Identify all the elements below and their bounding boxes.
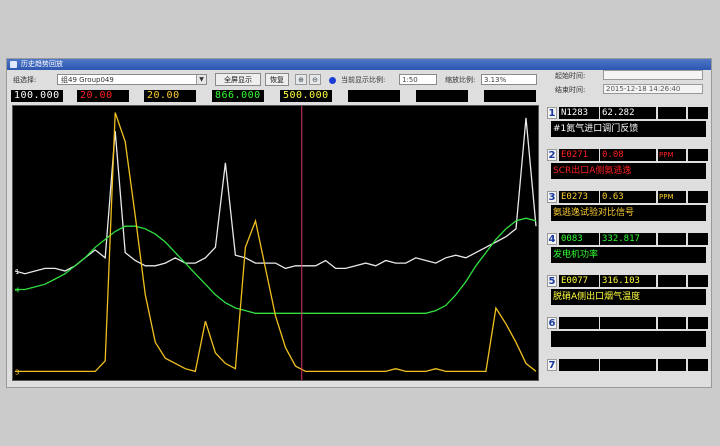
slot-value: 0.63	[600, 191, 656, 203]
series-line-3	[15, 112, 537, 373]
zoom-ratio-input[interactable]: 3.13%	[481, 74, 537, 85]
slot-number: 5	[547, 275, 557, 287]
slot-unit	[658, 317, 686, 329]
slot-number: 4	[547, 233, 557, 245]
slot-unit: PPM	[658, 191, 686, 203]
trend-window: 历史趋势回放 组选择: 组49 Group049 ▼ 全屏显示 恢复 ⊕ ⊖ 当…	[6, 58, 712, 388]
slot-extra	[688, 107, 708, 119]
trend-chart[interactable]: 1 4 3	[12, 105, 539, 381]
slot-unit	[658, 107, 686, 119]
slot-extra	[688, 191, 708, 203]
series-label-1: 1	[15, 268, 19, 276]
readout-6	[348, 90, 400, 102]
slot-code: N1283	[559, 107, 599, 119]
start-time-field[interactable]	[603, 70, 703, 80]
window-title: 历史趋势回放	[21, 60, 63, 68]
series-label-3: 3	[15, 368, 19, 376]
slot-value: 332.817	[600, 233, 656, 245]
point-panel: 1 N1283 62.282 #1氮气进口调门反馈 2 E0271 0.08 P…	[545, 105, 711, 385]
scale-readouts: 100.000 20.00 20.00 866.000 500.000	[7, 90, 543, 104]
slot-extra	[688, 149, 708, 161]
slot-number: 1	[547, 107, 557, 119]
slot-number: 6	[547, 317, 557, 329]
series-line-4	[15, 217, 537, 314]
slot-value	[600, 359, 656, 371]
slot-number: 7	[547, 359, 557, 371]
readout-2: 20.00	[77, 90, 129, 102]
group-select[interactable]: 组49 Group049 ▼	[57, 74, 207, 85]
slot-value: 62.282	[600, 107, 656, 119]
slot-number: 2	[547, 149, 557, 161]
slot-unit: PPM	[658, 149, 686, 161]
slot-extra	[688, 317, 708, 329]
group-label: 组选择:	[13, 76, 37, 84]
slot-name: 脱硝A侧出口烟气温度	[551, 289, 706, 305]
app-icon	[10, 61, 17, 68]
slot-value: 0.08	[600, 149, 656, 161]
slot-name: SCR出口A侧氨逃逸	[551, 163, 706, 179]
slot-code: E0077	[559, 275, 599, 287]
trend-chart-svg: 1 4 3	[14, 106, 537, 380]
slot-code: E0273	[559, 191, 599, 203]
slot-value	[600, 317, 656, 329]
zoom-in-icon[interactable]: ⊕	[295, 74, 307, 85]
start-time-label: 起始时间:	[555, 72, 586, 80]
slot-name: 发电机功率	[551, 247, 706, 263]
zoom-out-icon[interactable]: ⊖	[309, 74, 321, 85]
fullscreen-button[interactable]: 全屏显示	[215, 73, 261, 86]
readout-4: 866.000	[212, 90, 264, 102]
slot-code: 0083	[559, 233, 599, 245]
chevron-down-icon[interactable]: ▼	[196, 75, 206, 84]
slot-value: 316.103	[600, 275, 656, 287]
slot-code	[559, 317, 599, 329]
slot-extra	[688, 275, 708, 287]
restore-button[interactable]: 恢复	[265, 73, 289, 86]
time-info: 起始时间: 结束时间: 2015-12-18 14:26:40	[543, 69, 713, 97]
slot-extra	[688, 359, 708, 371]
readout-1: 100.000	[11, 90, 63, 102]
slot-number: 3	[547, 191, 557, 203]
slot-code: E0271	[559, 149, 599, 161]
slot-name: #1氮气进口调门反馈	[551, 121, 706, 137]
zoom-ratio-label: 缩放比例:	[445, 76, 476, 84]
end-time-label: 结束时间:	[555, 86, 586, 94]
slot-unit	[658, 275, 686, 287]
slot-unit	[658, 233, 686, 245]
readout-8	[484, 90, 536, 102]
group-select-value: 组49 Group049	[61, 76, 114, 84]
readout-5: 500.000	[280, 90, 332, 102]
slot-code	[559, 359, 599, 371]
slot-name: 氨逃逸试验对比信号	[551, 205, 706, 221]
slot-extra	[688, 233, 708, 245]
end-time-field[interactable]: 2015-12-18 14:26:40	[603, 84, 703, 94]
display-ratio-input[interactable]: 1:50	[399, 74, 437, 85]
status-dot-icon	[329, 77, 336, 84]
readout-7	[416, 90, 468, 102]
slot-unit	[658, 359, 686, 371]
slot-name	[551, 331, 706, 347]
toolbar: 组选择: 组49 Group049 ▼ 全屏显示 恢复 ⊕ ⊖ 当前显示比例: …	[7, 71, 543, 89]
series-label-4: 4	[15, 287, 20, 295]
readout-3: 20.00	[144, 90, 196, 102]
display-ratio-label: 当前显示比例:	[341, 76, 386, 84]
